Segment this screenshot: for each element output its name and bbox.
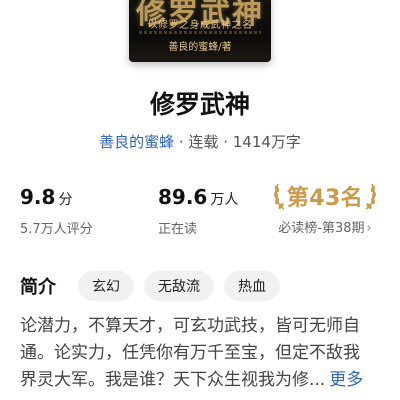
author-link[interactable]: 善良的蜜蜂: [99, 133, 174, 151]
rank-list-label: 必读榜-第38期 ›: [270, 217, 380, 236]
score-value: 9.8: [20, 185, 56, 209]
score-stat[interactable]: 9.8 分 5.7万人评分: [20, 185, 93, 237]
book-meta: 善良的蜜蜂 · 连载 · 1414万字: [0, 131, 400, 152]
cover-decoration: [139, 31, 261, 34]
more-button[interactable]: 更多: [329, 370, 363, 390]
description-line-text: 界灵大军。我是谁？天下众生视我为修...: [20, 370, 326, 390]
book-title: 修罗武神: [149, 90, 250, 119]
score-unit: 分: [58, 192, 73, 208]
meta-separator: ·: [174, 133, 189, 151]
rank-badge: 第43名: [270, 181, 380, 211]
readers-stat: 89.6 万人 正在读: [158, 185, 238, 237]
serial-status: 连载: [188, 133, 219, 151]
intro-description[interactable]: 论潜力，不算天才，可玄功武技，皆可无师自 通。论实力，任凭你有万千至宝，但定不敌…: [20, 313, 380, 394]
laurel-left-icon: [273, 182, 287, 210]
stats-row: 9.8 分 5.7万人评分 89.6 万人 正在读 第43名 必读榜-第38期 …: [20, 183, 380, 245]
description-line: 通。论实力，任凭你有万千至宝，但定不敌我: [20, 343, 360, 363]
intro-heading: 简介: [20, 277, 56, 298]
tag-chip[interactable]: 玄幻: [78, 271, 134, 301]
cover-slogan: 以修罗之身成武神之名: [147, 20, 253, 31]
meta-separator: ·: [218, 133, 233, 151]
rank-list-name: 必读榜-第38期: [278, 221, 365, 236]
score-count-label: 5.7万人评分: [20, 222, 93, 237]
readers-label: 正在读: [158, 222, 198, 237]
readers-unit: 万人: [210, 192, 239, 208]
description-line: 论潜力，不算天才，可玄功武技，皆可无师自: [20, 316, 360, 336]
rank-value: 第43名: [286, 186, 364, 211]
word-count: 1414万字: [232, 133, 301, 151]
cover-author: 善良的蜜蜂/著: [168, 42, 232, 53]
chevron-right-icon: ›: [366, 221, 372, 236]
readers-value: 89.6: [158, 185, 208, 209]
intro-tags-row: 简介 玄幻 无敌流 热血: [20, 271, 290, 301]
tag-chip[interactable]: 热血: [224, 271, 280, 301]
description-line-last: 界灵大军。我是谁？天下众生视我为修... 更多: [20, 367, 380, 394]
laurel-right-icon: [363, 182, 377, 210]
rank-stat[interactable]: 第43名 必读榜-第38期 ›: [270, 183, 380, 236]
book-cover[interactable]: 修罗武神 以修罗之身成武神之名 善良的蜜蜂/著: [129, 0, 271, 62]
tag-chip[interactable]: 无敌流: [144, 271, 214, 301]
